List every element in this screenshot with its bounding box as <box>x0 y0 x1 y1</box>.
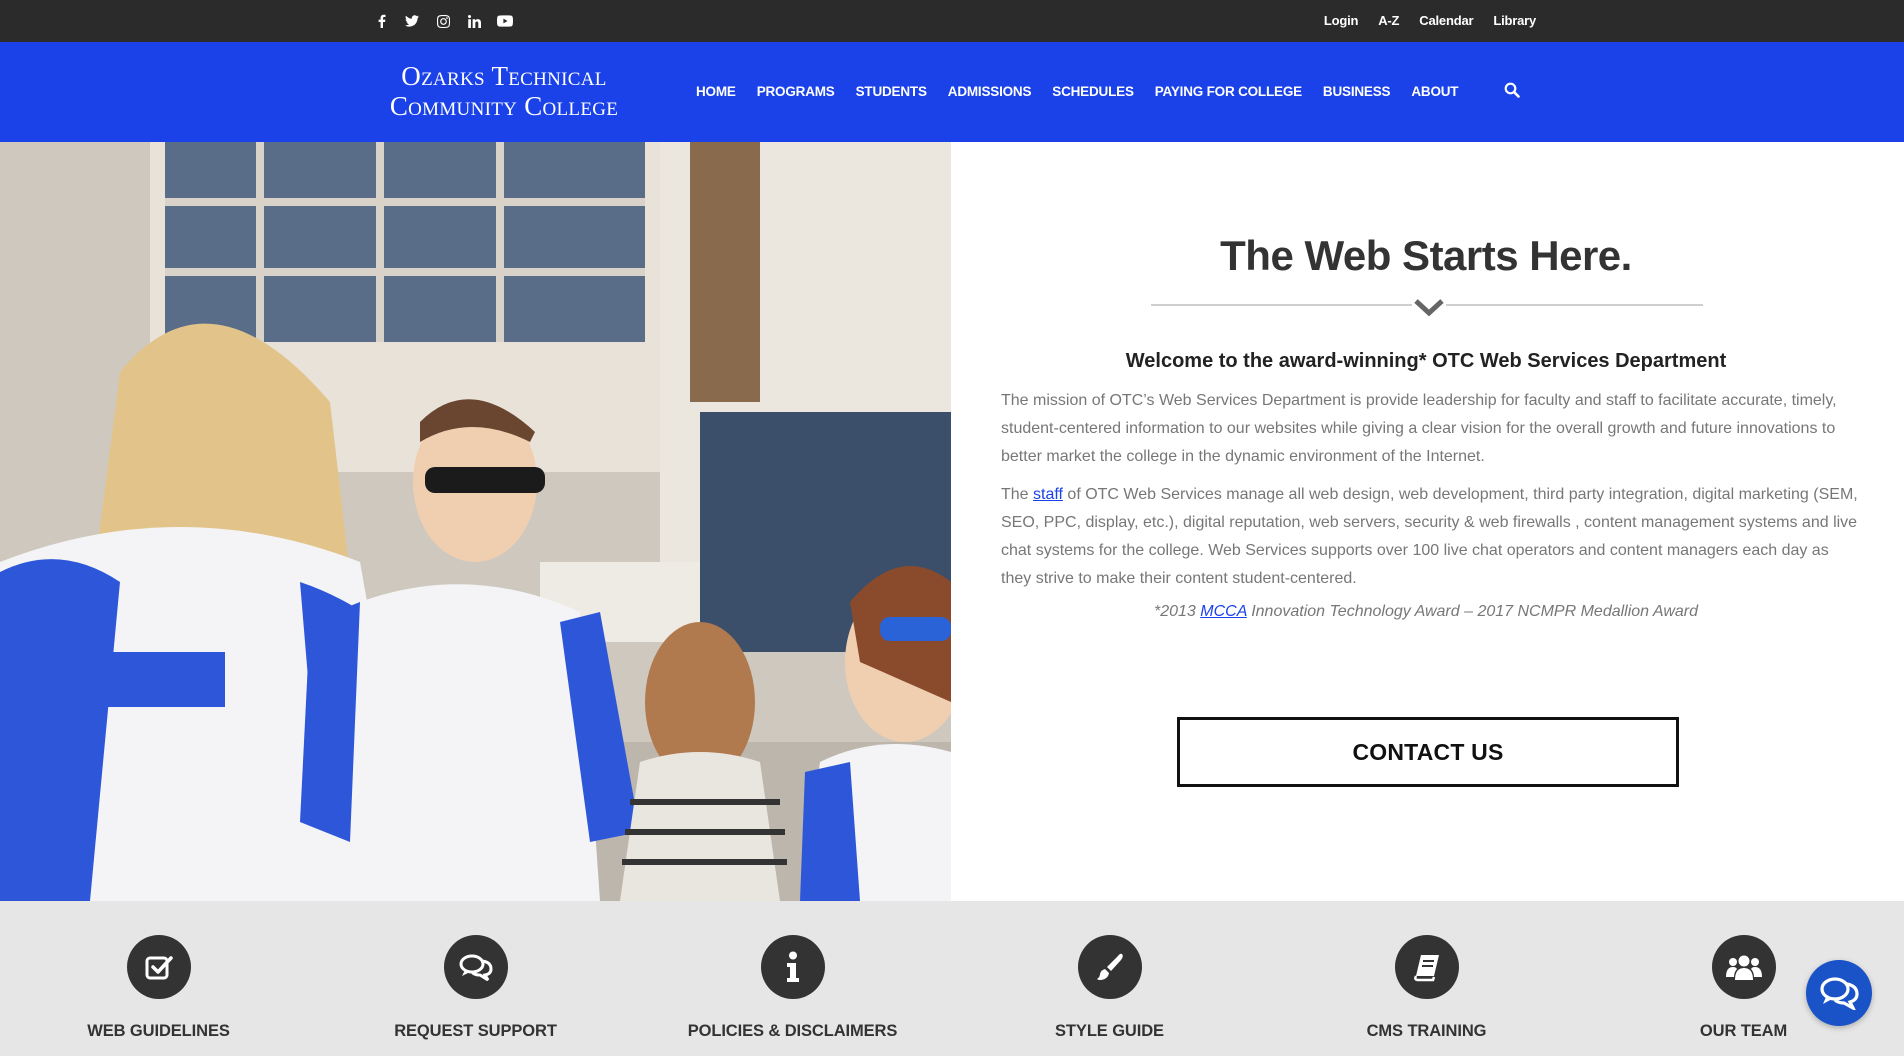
staff-paragraph: The staff of OTC Web Services manage all… <box>1001 481 1861 593</box>
social-links <box>372 12 514 30</box>
hero-content: The Web Starts Here. Welcome to the awar… <box>951 142 1904 901</box>
award-text: Innovation Technology Award – 2017 NCMPR… <box>1246 603 1698 620</box>
feature-web-guidelines[interactable]: WEB GUIDELINES <box>0 935 317 1041</box>
nav-about[interactable]: ABOUT <box>1411 84 1458 99</box>
mission-paragraph: The mission of OTC’s Web Services Depart… <box>1001 392 1837 465</box>
site-logo[interactable]: Ozarks Technical Community College <box>354 61 654 121</box>
nav-schedules[interactable]: SCHEDULES <box>1052 84 1134 99</box>
award-note: *2013 MCCA Innovation Technology Award –… <box>951 603 1901 621</box>
chevron-down-icon <box>1412 297 1446 319</box>
feature-label: OUR TEAM <box>1699 1022 1788 1040</box>
utility-bar: Login A-Z Calendar Library <box>0 0 1904 42</box>
search-icon[interactable] <box>1504 82 1524 102</box>
nav-business[interactable]: BUSINESS <box>1323 84 1391 99</box>
library-link[interactable]: Library <box>1493 13 1536 28</box>
login-link[interactable]: Login <box>1324 13 1359 28</box>
book-icon <box>1394 935 1459 999</box>
logo-line-1: Ozarks Technical <box>401 61 607 91</box>
award-year: *2013 <box>1153 603 1201 620</box>
live-chat-icon[interactable] <box>1806 960 1872 1026</box>
nav-paying-for-college[interactable]: PAYING FOR COLLEGE <box>1155 84 1302 99</box>
feature-label: POLICIES & DISCLAIMERS <box>687 1022 898 1040</box>
feature-cms-training[interactable]: CMS TRAINING <box>1268 935 1585 1041</box>
a-z-link[interactable]: A-Z <box>1378 13 1399 28</box>
info-icon <box>760 935 825 999</box>
linkedin-icon[interactable] <box>465 12 483 30</box>
staff-paragraph-body: of OTC Web Services manage all web desig… <box>1001 486 1858 587</box>
feature-label: REQUEST SUPPORT <box>394 1022 557 1040</box>
youtube-icon[interactable] <box>496 12 514 30</box>
staff-paragraph-lead: The <box>1001 486 1034 503</box>
calendar-link[interactable]: Calendar <box>1419 13 1473 28</box>
main-header: Ozarks Technical Community College HOME … <box>0 42 1904 142</box>
feature-request-support[interactable]: REQUEST SUPPORT <box>317 935 634 1041</box>
users-icon <box>1711 935 1776 999</box>
feature-policies-disclaimers[interactable]: POLICIES & DISCLAIMERS <box>634 935 951 1041</box>
twitter-icon[interactable] <box>403 12 421 30</box>
feature-style-guide[interactable]: STYLE GUIDE <box>951 935 1268 1041</box>
welcome-heading: Welcome to the award-winning* OTC Web Se… <box>1125 350 1727 372</box>
staff-link[interactable]: staff <box>1033 486 1063 503</box>
hero-photo <box>0 142 951 901</box>
page-title: The Web Starts Here. <box>1220 232 1632 279</box>
feature-label: CMS TRAINING <box>1366 1022 1487 1040</box>
chat-bubbles-icon <box>443 935 508 999</box>
paintbrush-icon <box>1077 935 1142 999</box>
logo-line-2: Community College <box>389 91 619 121</box>
main-nav: HOME PROGRAMS STUDENTS ADMISSIONS SCHEDU… <box>696 84 1459 99</box>
nav-students[interactable]: STUDENTS <box>856 84 927 99</box>
nav-admissions[interactable]: ADMISSIONS <box>948 84 1032 99</box>
facebook-icon[interactable] <box>372 12 390 30</box>
mcca-link[interactable]: MCCA <box>1200 603 1247 620</box>
utility-links: Login A-Z Calendar Library <box>1324 13 1536 28</box>
nav-programs[interactable]: PROGRAMS <box>757 84 835 99</box>
nav-home[interactable]: HOME <box>696 84 736 99</box>
instagram-icon[interactable] <box>434 12 452 30</box>
feature-label: WEB GUIDELINES <box>87 1022 230 1040</box>
contact-us-button[interactable]: CONTACT US <box>1177 717 1679 787</box>
checkbox-icon <box>126 935 191 999</box>
feature-label: STYLE GUIDE <box>1055 1022 1164 1040</box>
quick-links-strip: WEB GUIDELINES REQUEST SUPPORT POLICIES … <box>0 901 1904 1056</box>
